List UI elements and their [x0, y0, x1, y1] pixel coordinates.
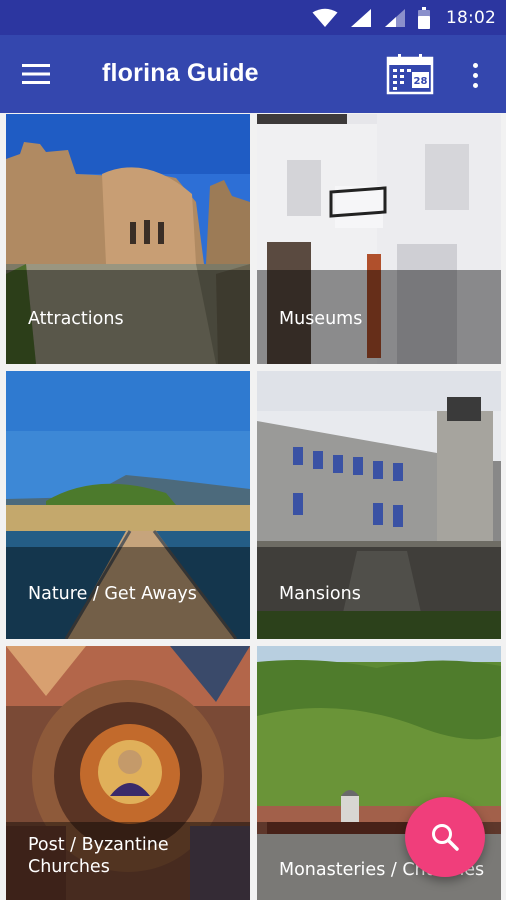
more-dot — [472, 82, 478, 88]
category-label: Museums — [279, 309, 363, 329]
category-label: Mansions — [279, 584, 361, 604]
more-options-button[interactable] — [462, 55, 488, 95]
wifi-icon — [312, 8, 338, 27]
category-label: Nature / Get Aways — [28, 584, 197, 604]
category-tile-museums[interactable]: Museums — [257, 114, 501, 364]
menu-button[interactable] — [16, 56, 56, 92]
category-grid: Attractions Museums Nature / Get Aways M… — [0, 113, 506, 900]
calendar-icon: 28 — [386, 54, 434, 95]
status-icons: 18:02 — [312, 5, 496, 30]
signal-icon — [351, 8, 371, 27]
search-icon — [432, 824, 459, 851]
category-tile-byzantine-churches[interactable]: Post / Byzantine Churches — [6, 646, 250, 900]
more-vertical-icon — [472, 62, 478, 68]
status-bar: 18:02 — [0, 0, 506, 35]
category-label: Attractions — [28, 309, 124, 329]
status-time: 18:02 — [446, 7, 496, 28]
category-label: Post / Byzantine Churches — [28, 835, 169, 877]
calendar-day: 28 — [414, 76, 428, 87]
more-dot — [472, 72, 478, 78]
search-fab[interactable] — [405, 797, 485, 877]
app-title: florina Guide — [102, 59, 259, 87]
app-bar: florina Guide 28 — [0, 35, 506, 113]
calendar-button[interactable]: 28 — [386, 53, 434, 95]
category-tile-mansions[interactable]: Mansions — [257, 371, 501, 639]
category-tile-attractions[interactable]: Attractions — [6, 114, 250, 364]
category-tile-nature[interactable]: Nature / Get Aways — [6, 371, 250, 639]
signal-weak-icon — [385, 8, 405, 27]
battery-icon — [418, 6, 430, 29]
hamburger-menu-icon — [22, 64, 50, 84]
